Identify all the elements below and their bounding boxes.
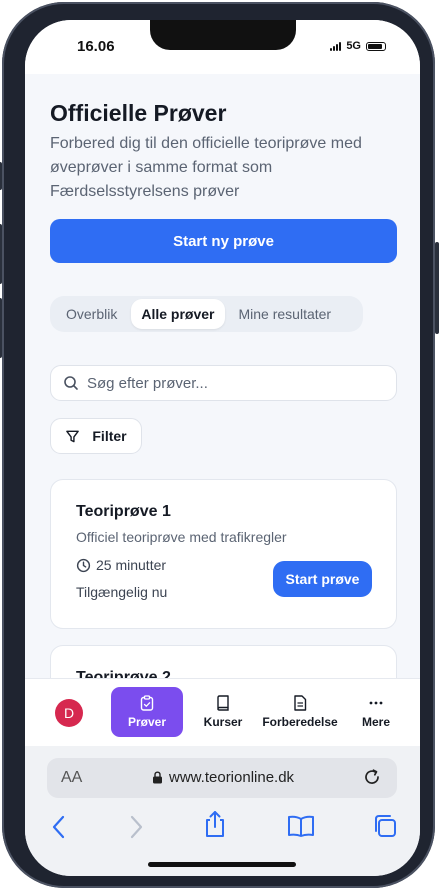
nav-item-preparation[interactable]: Forberedelse <box>259 687 341 737</box>
nav-item-tests[interactable]: Prøver <box>111 687 183 737</box>
filter-button[interactable]: Filter <box>50 418 142 454</box>
power-button <box>435 242 439 334</box>
status-time: 16.06 <box>77 38 115 55</box>
page-title: Officielle Prøver <box>50 100 227 126</box>
start-new-test-button[interactable]: Start ny prøve <box>50 219 397 263</box>
start-test-button[interactable]: Start prøve <box>273 561 372 597</box>
network-label: 5G <box>346 40 361 52</box>
test-availability: Tilgængelig nu <box>76 584 168 600</box>
reload-icon[interactable] <box>361 766 383 788</box>
page-subtitle: Forbered dig til den officielle teoriprø… <box>50 135 362 200</box>
share-icon[interactable] <box>203 810 227 838</box>
search-icon <box>64 376 78 390</box>
tabs-icon[interactable] <box>372 813 398 839</box>
nav-label: Forberedelse <box>262 715 338 729</box>
nav-item-courses[interactable]: Kurser <box>197 687 249 737</box>
tab-my-results[interactable]: Mine resultater <box>229 299 342 329</box>
filter-icon <box>66 430 80 442</box>
signal-icon <box>330 41 342 51</box>
test-title: Teoriprøve 1 <box>76 503 171 520</box>
url-display[interactable]: www.teorionline.dk <box>152 769 294 786</box>
reader-settings-button[interactable]: AA <box>61 769 82 787</box>
browser-chrome: AA www.teorionline.dk <box>25 746 420 876</box>
dynamic-island <box>150 20 296 50</box>
status-indicators: 5G <box>330 40 386 52</box>
volume-down-button <box>0 298 2 358</box>
tab-bar: Overblik Alle prøver Mine resultater <box>50 296 363 332</box>
battery-icon <box>366 41 386 51</box>
clipboard-icon <box>140 695 154 711</box>
home-indicator <box>148 862 296 867</box>
forward-arrow-icon[interactable] <box>128 814 144 840</box>
more-icon <box>369 701 383 705</box>
bottom-navigation: D Prøver Kurser Forberedelse Mere <box>25 678 420 747</box>
bookmarks-icon[interactable] <box>287 814 315 838</box>
volume-up-button <box>0 224 2 284</box>
tab-overview[interactable]: Overblik <box>56 299 127 329</box>
address-bar[interactable]: AA www.teorionline.dk <box>47 758 397 798</box>
test-duration: 25 minutter <box>76 557 166 573</box>
tab-all-tests[interactable]: Alle prøver <box>131 299 225 329</box>
avatar[interactable]: D <box>55 699 83 727</box>
book-icon <box>217 695 229 711</box>
back-arrow-icon[interactable] <box>51 814 67 840</box>
screen: 16.06 5G Officielle Prøver Forbered dig … <box>25 20 420 876</box>
duration-text: 25 minutter <box>96 557 167 573</box>
status-bar: 16.06 5G <box>25 20 420 74</box>
nav-label: Kurser <box>203 715 243 729</box>
clock-icon <box>76 558 91 572</box>
url-text: www.teorionline.dk <box>169 769 295 786</box>
action-button <box>0 162 2 190</box>
search-input[interactable] <box>85 373 379 393</box>
test-description: Officiel teoriprøve med trafikregler <box>76 529 287 545</box>
search-box[interactable] <box>50 365 397 401</box>
document-icon <box>294 695 307 711</box>
test-card: Teoriprøve 1 Officiel teoriprøve med tra… <box>50 479 397 629</box>
nav-label: Mere <box>361 715 390 729</box>
phone-frame: 16.06 5G Officielle Prøver Forbered dig … <box>0 2 439 888</box>
filter-label: Filter <box>92 428 127 444</box>
nav-item-more[interactable]: Mere <box>356 687 396 737</box>
lock-icon <box>153 771 162 784</box>
nav-label: Prøver <box>127 715 167 729</box>
